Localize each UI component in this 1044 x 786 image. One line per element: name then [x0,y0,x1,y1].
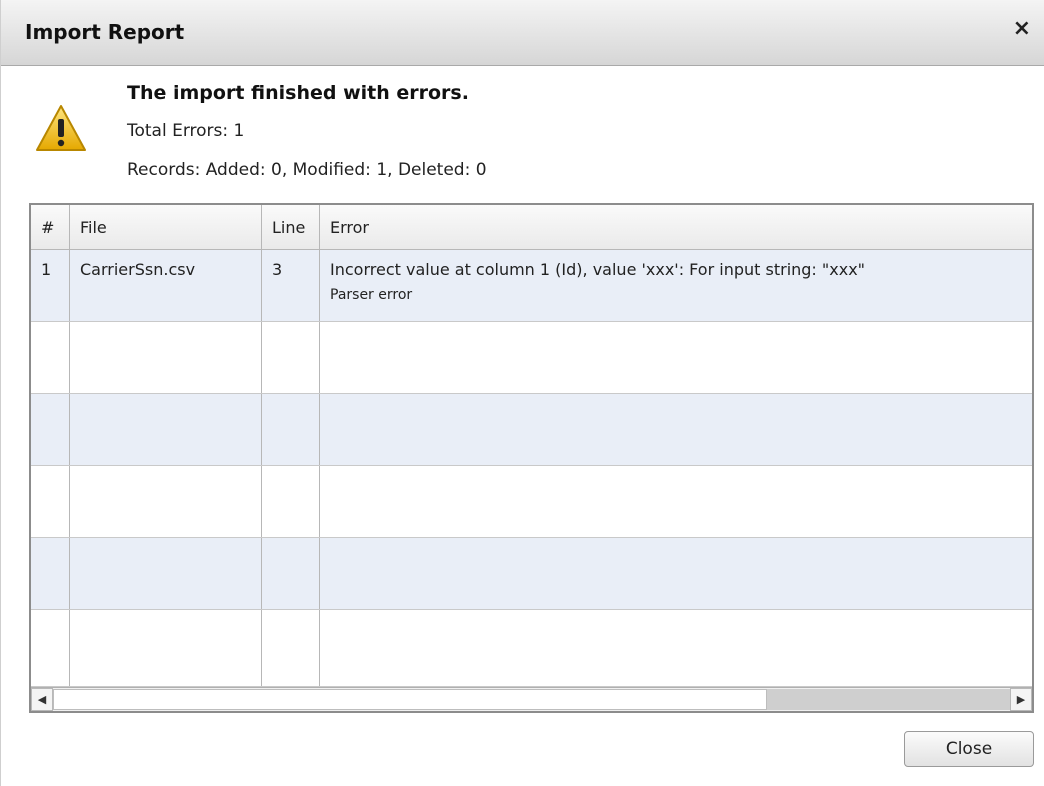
empty-cell [31,466,70,537]
empty-cell [70,466,262,537]
empty-cell [31,322,70,393]
scroll-right-icon[interactable]: ▶ [1010,688,1032,711]
dialog-title: Import Report [25,20,185,44]
column-header-error[interactable]: Error [320,205,1032,249]
horizontal-scrollbar[interactable]: ◀ ▶ [31,687,1032,711]
scroll-left-icon[interactable]: ◀ [31,688,53,711]
column-header-line[interactable]: Line [262,205,320,249]
file-cell: CarrierSsn.csv [70,250,262,321]
empty-cell [31,610,70,686]
empty-cell [320,610,1032,686]
scrollbar-track[interactable] [767,689,1010,710]
close-button[interactable]: Close [904,731,1034,767]
empty-cell [31,538,70,609]
empty-cell [262,322,320,393]
empty-cell [70,538,262,609]
empty-table-row [31,394,1032,466]
empty-cell [320,466,1032,537]
empty-table-row [31,466,1032,538]
line-cell: 3 [262,250,320,321]
error-message: Incorrect value at column 1 (Id), value … [330,260,866,279]
import-report-dialog: Import Report × The import finished with… [0,0,1044,786]
close-icon[interactable]: × [1013,18,1031,40]
empty-cell [262,394,320,465]
empty-table-row [31,610,1032,687]
empty-cell [320,322,1032,393]
warning-icon [36,105,86,151]
empty-cell [262,538,320,609]
empty-table-row [31,322,1032,394]
error-detail: Parser error [330,287,413,303]
column-header-number[interactable]: # [31,205,70,249]
empty-cell [70,322,262,393]
grid-header: # File Line Error [31,205,1032,250]
empty-cell [262,466,320,537]
records-summary-text: Records: Added: 0, Modified: 1, Deleted:… [127,160,487,180]
errors-grid: # File Line Error 1 CarrierSsn.csv 3 Inc… [29,203,1034,713]
empty-cell [262,610,320,686]
column-header-file[interactable]: File [70,205,262,249]
dialog-titlebar: Import Report × [1,0,1044,66]
total-errors-text: Total Errors: 1 [127,121,245,141]
scrollbar-thumb[interactable] [53,689,767,710]
empty-cell [320,538,1032,609]
row-number-cell: 1 [31,250,70,321]
empty-cell [31,394,70,465]
table-row[interactable]: 1 CarrierSsn.csv 3 Incorrect value at co… [31,250,1032,322]
result-headline: The import finished with errors. [127,82,469,104]
error-cell: Incorrect value at column 1 (Id), value … [320,250,1032,321]
empty-cell [70,610,262,686]
empty-table-row [31,538,1032,610]
empty-cell [320,394,1032,465]
empty-cell [70,394,262,465]
